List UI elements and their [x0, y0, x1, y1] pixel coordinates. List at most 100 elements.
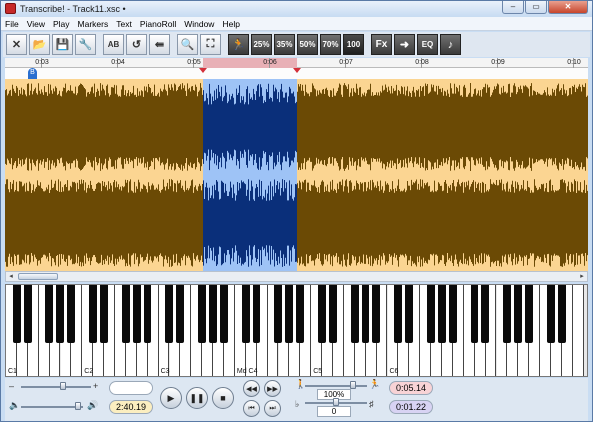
black-key[interactable] — [361, 285, 370, 343]
pitch-value-field[interactable]: 0 — [317, 406, 351, 417]
pitch-slider-knob[interactable] — [333, 398, 339, 406]
bar-marker-b[interactable]: B — [28, 68, 37, 79]
close-file-button[interactable]: ✕ — [6, 34, 27, 55]
transport-panel: – + 🔈 🔊 2:40.19 ▶ ❚❚ ■ ◀◀ ▶▶ ⏮ ⏭ 🚶 🏃 100… — [5, 378, 588, 421]
skip-back-button[interactable]: ⏮ — [243, 400, 260, 417]
volume-slider-track[interactable] — [21, 406, 83, 408]
speed-slider-knob[interactable] — [350, 381, 356, 389]
speed-50-button[interactable]: 50% — [297, 34, 318, 55]
black-key[interactable] — [350, 285, 359, 343]
black-key[interactable] — [45, 285, 54, 343]
save-file-button[interactable]: 💾 — [52, 34, 73, 55]
stop-button[interactable]: ■ — [212, 387, 234, 409]
speed-icon[interactable]: 🏃 — [228, 34, 249, 55]
loop-end-time[interactable]: 0:01.22 — [389, 400, 433, 414]
scroll-right-arrow[interactable]: ▸ — [577, 272, 587, 281]
piano-keyboard[interactable]: C1 C2 C3 Md C4 C5 C6 — [5, 284, 588, 377]
black-key[interactable] — [219, 285, 228, 343]
black-key[interactable] — [56, 285, 65, 343]
black-key[interactable] — [285, 285, 294, 343]
fast-forward-button[interactable]: ▶▶ — [264, 380, 281, 397]
black-key[interactable] — [241, 285, 250, 343]
black-key[interactable] — [143, 285, 152, 343]
speed-25-button[interactable]: 25% — [251, 34, 272, 55]
black-key[interactable] — [503, 285, 512, 343]
tools-button[interactable]: 🔧 — [75, 34, 96, 55]
black-key[interactable] — [437, 285, 446, 343]
black-key[interactable] — [525, 285, 533, 343]
black-key[interactable] — [23, 285, 32, 343]
black-key[interactable] — [328, 285, 337, 343]
speed-35-button[interactable]: 35% — [274, 34, 295, 55]
marker-strip[interactable]: B — [5, 68, 588, 79]
black-key[interactable] — [274, 285, 283, 343]
white-key[interactable] — [572, 285, 584, 376]
black-key[interactable] — [176, 285, 185, 343]
tuning-button[interactable]: ♪ — [440, 34, 461, 55]
black-key[interactable] — [317, 285, 326, 343]
waveform-view[interactable] — [5, 79, 588, 271]
play-button[interactable]: ▶ — [160, 387, 182, 409]
loop-region-indicator — [203, 58, 297, 68]
speed-70-button[interactable]: 70% — [320, 34, 341, 55]
black-key[interactable] — [165, 285, 174, 343]
black-key[interactable] — [394, 285, 403, 343]
black-key[interactable] — [12, 285, 21, 343]
balance-slider-knob[interactable] — [60, 382, 66, 390]
black-key[interactable] — [481, 285, 490, 343]
eq-button[interactable]: EQ — [417, 34, 438, 55]
menu-window[interactable]: Window — [180, 17, 218, 30]
loop-start-marker[interactable] — [199, 68, 207, 73]
volume-slider-knob[interactable] — [75, 402, 81, 410]
scroll-left-arrow[interactable]: ◂ — [6, 272, 16, 281]
loop-button[interactable]: ↺ — [126, 34, 147, 55]
black-key[interactable] — [546, 285, 555, 343]
black-key[interactable] — [132, 285, 141, 343]
menu-text[interactable]: Text — [112, 17, 136, 30]
waveform-graphic — [5, 79, 588, 271]
skip-forward-button[interactable]: ⏭ — [264, 400, 281, 417]
fx-button[interactable]: Fx — [371, 34, 392, 55]
maximize-button[interactable]: ▭ — [525, 1, 547, 14]
zoom-region-button[interactable]: ⛶ — [200, 34, 221, 55]
rewind-button[interactable]: ◀◀ — [243, 380, 260, 397]
menu-play[interactable]: Play — [49, 17, 74, 30]
menu-file[interactable]: File — [1, 17, 23, 30]
zoom-in-button[interactable]: 🔍 — [177, 34, 198, 55]
menu-bar: File View Play Markers Text PianoRoll Wi… — [1, 17, 592, 31]
arrow-button[interactable]: ➜ — [394, 34, 415, 55]
horizontal-scrollbar[interactable]: ◂ ▸ — [5, 271, 588, 282]
loop-end-marker[interactable] — [293, 68, 301, 73]
menu-help[interactable]: Help — [218, 17, 243, 30]
black-key[interactable] — [99, 285, 108, 343]
black-key[interactable] — [296, 285, 304, 343]
minimize-button[interactable]: – — [502, 1, 524, 14]
speed-100-button[interactable]: 100 — [343, 34, 364, 55]
black-key[interactable] — [470, 285, 479, 343]
menu-view[interactable]: View — [23, 17, 49, 30]
open-file-button[interactable]: 📂 — [29, 34, 50, 55]
black-key[interactable] — [89, 285, 97, 343]
speed-slider-track[interactable] — [305, 385, 367, 387]
menu-pianoroll[interactable]: PianoRoll — [136, 17, 180, 30]
black-key[interactable] — [426, 285, 435, 343]
black-key[interactable] — [252, 285, 261, 343]
black-key[interactable] — [448, 285, 457, 343]
black-key[interactable] — [208, 285, 217, 343]
pause-button[interactable]: ❚❚ — [186, 387, 208, 409]
black-key[interactable] — [514, 285, 522, 343]
notation-button[interactable]: AB — [103, 34, 124, 55]
menu-markers[interactable]: Markers — [74, 17, 113, 30]
time-ruler[interactable]: 0:03 0:04 0:05 0:06 0:07 0:08 0:09 0:10 — [5, 58, 588, 68]
back-to-start-button[interactable]: ⇚ — [149, 34, 170, 55]
black-key[interactable] — [121, 285, 130, 343]
close-button[interactable]: ✕ — [548, 1, 588, 14]
scroll-thumb[interactable] — [18, 273, 58, 280]
black-key[interactable] — [372, 285, 381, 343]
loop-start-time[interactable]: 0:05.14 — [389, 381, 433, 395]
balance-slider-track[interactable] — [21, 386, 91, 388]
black-key[interactable] — [405, 285, 413, 343]
black-key[interactable] — [67, 285, 76, 343]
black-key[interactable] — [198, 285, 206, 343]
black-key[interactable] — [557, 285, 566, 343]
